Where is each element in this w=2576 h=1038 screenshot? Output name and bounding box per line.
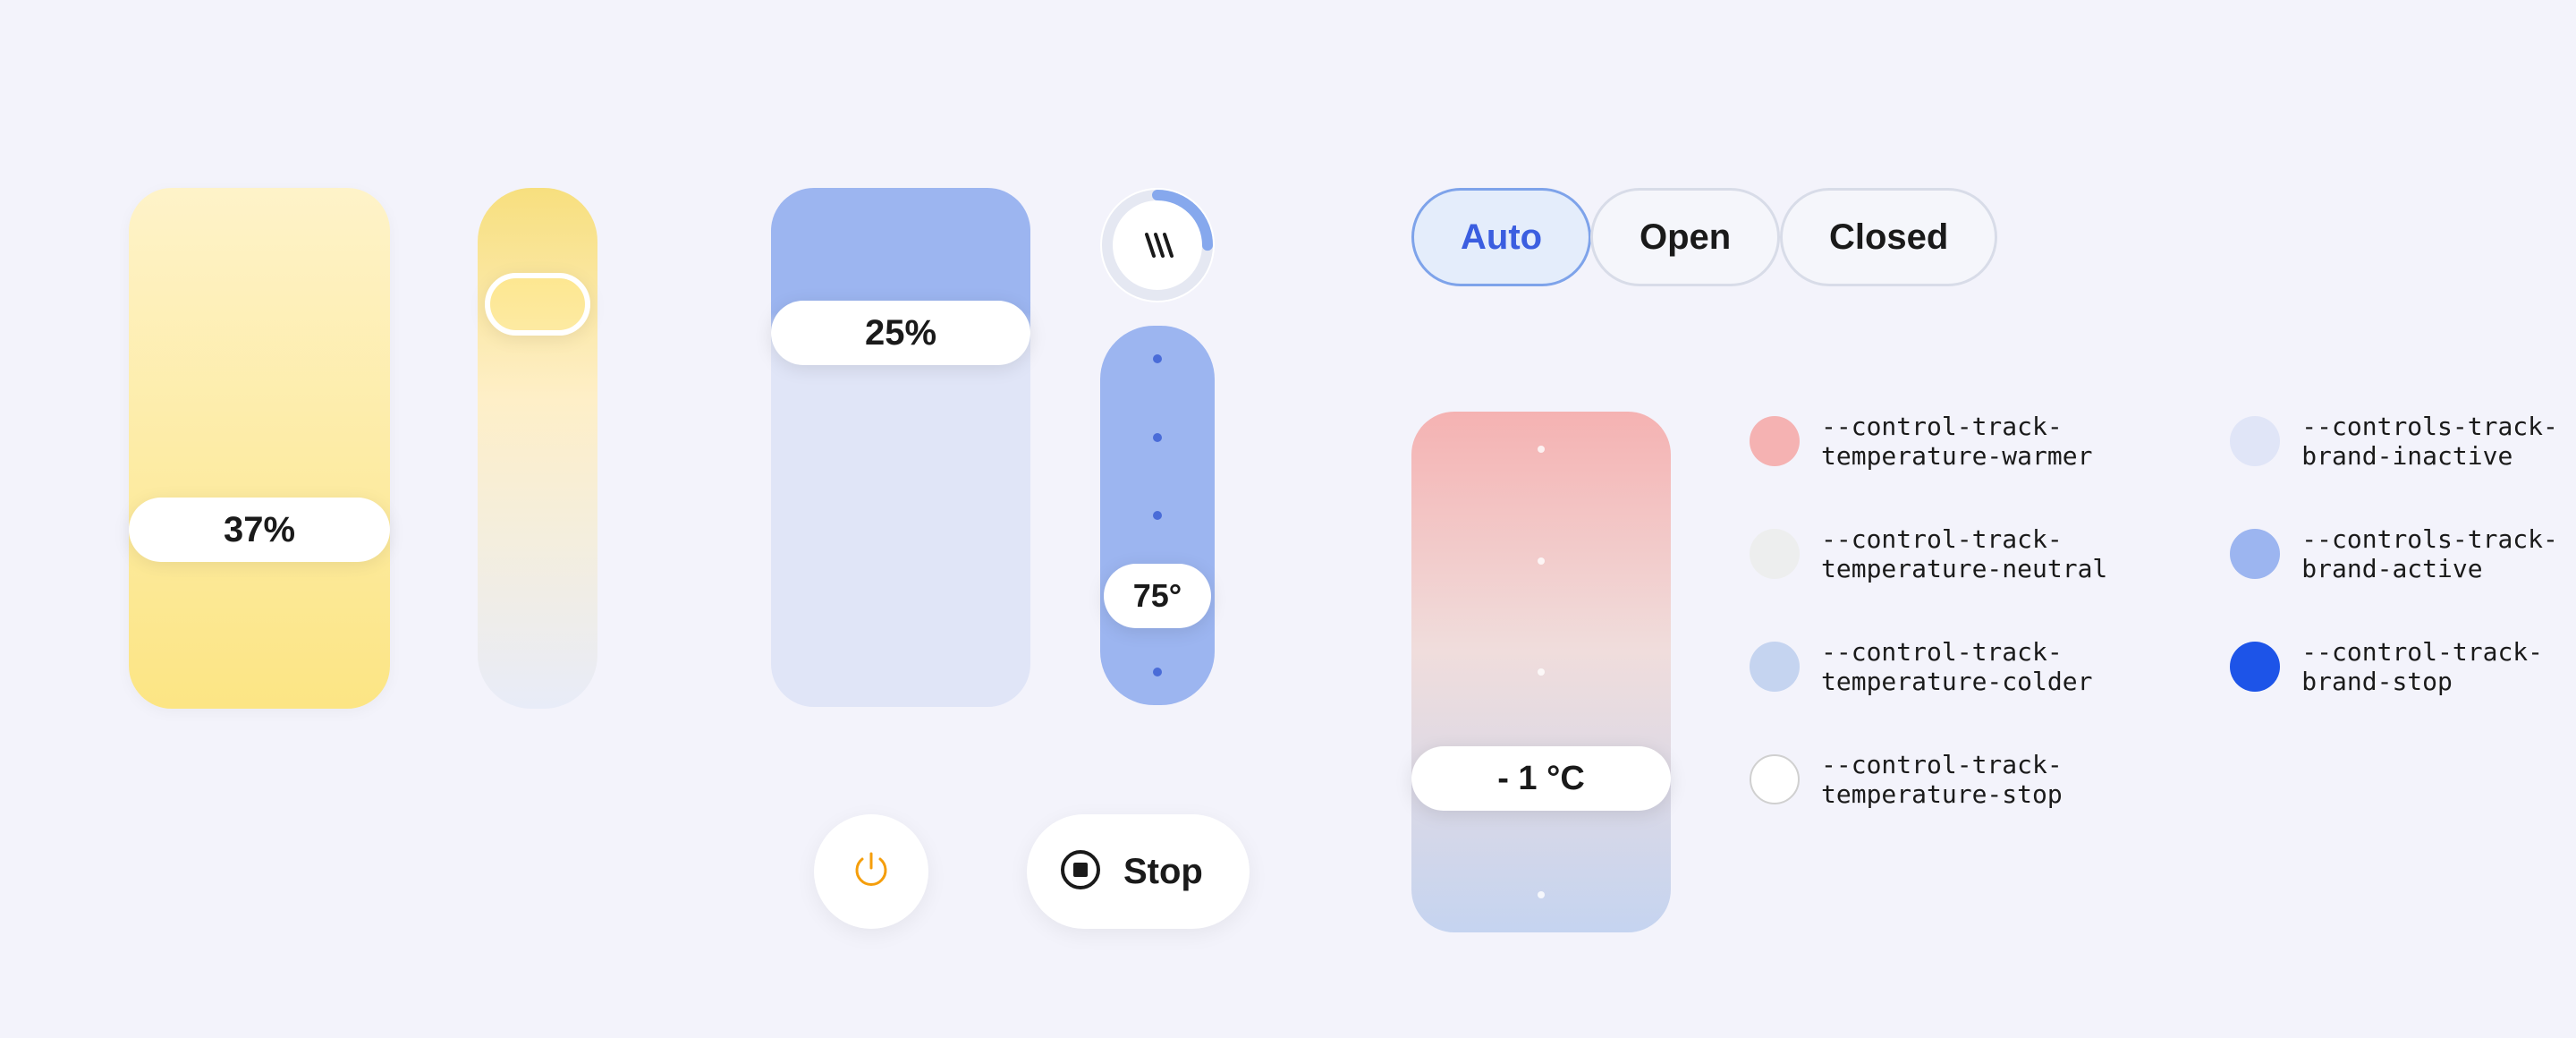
legend-item-temp-stop: --control-track-temperature-stop	[1750, 750, 2140, 809]
swatch-brand-stop	[2230, 642, 2280, 692]
blinds-slider-thumb[interactable]: 25%	[771, 301, 1030, 365]
temperature-gradient-value: - 1 °C	[1497, 760, 1585, 798]
brightness-slider-thumb[interactable]: 37%	[129, 498, 390, 562]
legend-item-brand-stop: --control-track-brand-stop	[2230, 637, 2576, 696]
swatch-inactive	[2230, 416, 2280, 466]
swatch-neutral	[1750, 529, 1800, 579]
tick-dot	[1153, 668, 1162, 676]
legend-label: --control-track-temperature-neutral	[1821, 524, 2140, 583]
legend-item-colder: --control-track-temperature-colder	[1750, 637, 2140, 696]
blinds-slider[interactable]: 25%	[771, 188, 1030, 707]
tick-dot	[1538, 891, 1545, 898]
legend-label: --control-track-temperature-colder	[1821, 637, 2140, 696]
tick-dot	[1153, 511, 1162, 520]
temperature-blue-slider[interactable]: 75°	[1100, 326, 1215, 705]
legend-label: --control-track-temperature-stop	[1821, 750, 2140, 809]
segment-open-label: Open	[1640, 217, 1731, 258]
legend-item-active: --controls-track-brand-active	[2230, 524, 2576, 583]
legend-label: --controls-track-brand-active	[2301, 524, 2576, 583]
brightness-slider-large[interactable]: 37%	[129, 188, 390, 709]
stop-button[interactable]: Stop	[1027, 814, 1250, 929]
tick-dot	[1538, 557, 1545, 565]
legend-item-inactive: --controls-track-brand-inactive	[2230, 412, 2576, 471]
segment-auto[interactable]: Auto	[1411, 188, 1591, 286]
brightness-slider-small-thumb[interactable]	[485, 273, 590, 336]
stop-icon	[1059, 848, 1102, 896]
swatch-temp-stop	[1750, 754, 1800, 804]
blinds-icon	[1138, 225, 1177, 265]
segment-closed-label: Closed	[1829, 217, 1948, 258]
brightness-slider-small[interactable]	[478, 188, 597, 709]
power-button[interactable]	[814, 814, 928, 929]
swatch-colder	[1750, 642, 1800, 692]
blinds-angle-gauge[interactable]	[1100, 188, 1215, 302]
swatch-warmer	[1750, 416, 1800, 466]
legend-label: --control-track-brand-stop	[2301, 637, 2576, 696]
swatch-active	[2230, 529, 2280, 579]
segment-open[interactable]: Open	[1590, 188, 1780, 286]
color-legend: --control-track-temperature-warmer --con…	[1750, 412, 2576, 809]
power-icon	[850, 848, 893, 896]
temperature-blue-value: 75°	[1133, 577, 1182, 615]
legend-item-neutral: --control-track-temperature-neutral	[1750, 524, 2140, 583]
legend-label: --control-track-temperature-warmer	[1821, 412, 2140, 471]
temperature-gradient-thumb[interactable]: - 1 °C	[1411, 746, 1671, 811]
legend-label: --controls-track-brand-inactive	[2301, 412, 2576, 471]
stop-label: Stop	[1123, 852, 1203, 892]
temperature-gradient-slider[interactable]: - 1 °C	[1411, 412, 1671, 932]
tick-dot	[1538, 668, 1545, 676]
tick-dot	[1153, 433, 1162, 442]
tick-dot	[1538, 446, 1545, 453]
tick-dot	[1153, 354, 1162, 363]
legend-item-warmer: --control-track-temperature-warmer	[1750, 412, 2140, 471]
segment-closed[interactable]: Closed	[1780, 188, 1997, 286]
temperature-blue-thumb[interactable]: 75°	[1104, 564, 1211, 628]
brightness-value: 37%	[224, 510, 295, 550]
blinds-value: 25%	[865, 313, 936, 353]
segment-auto-label: Auto	[1461, 217, 1542, 258]
